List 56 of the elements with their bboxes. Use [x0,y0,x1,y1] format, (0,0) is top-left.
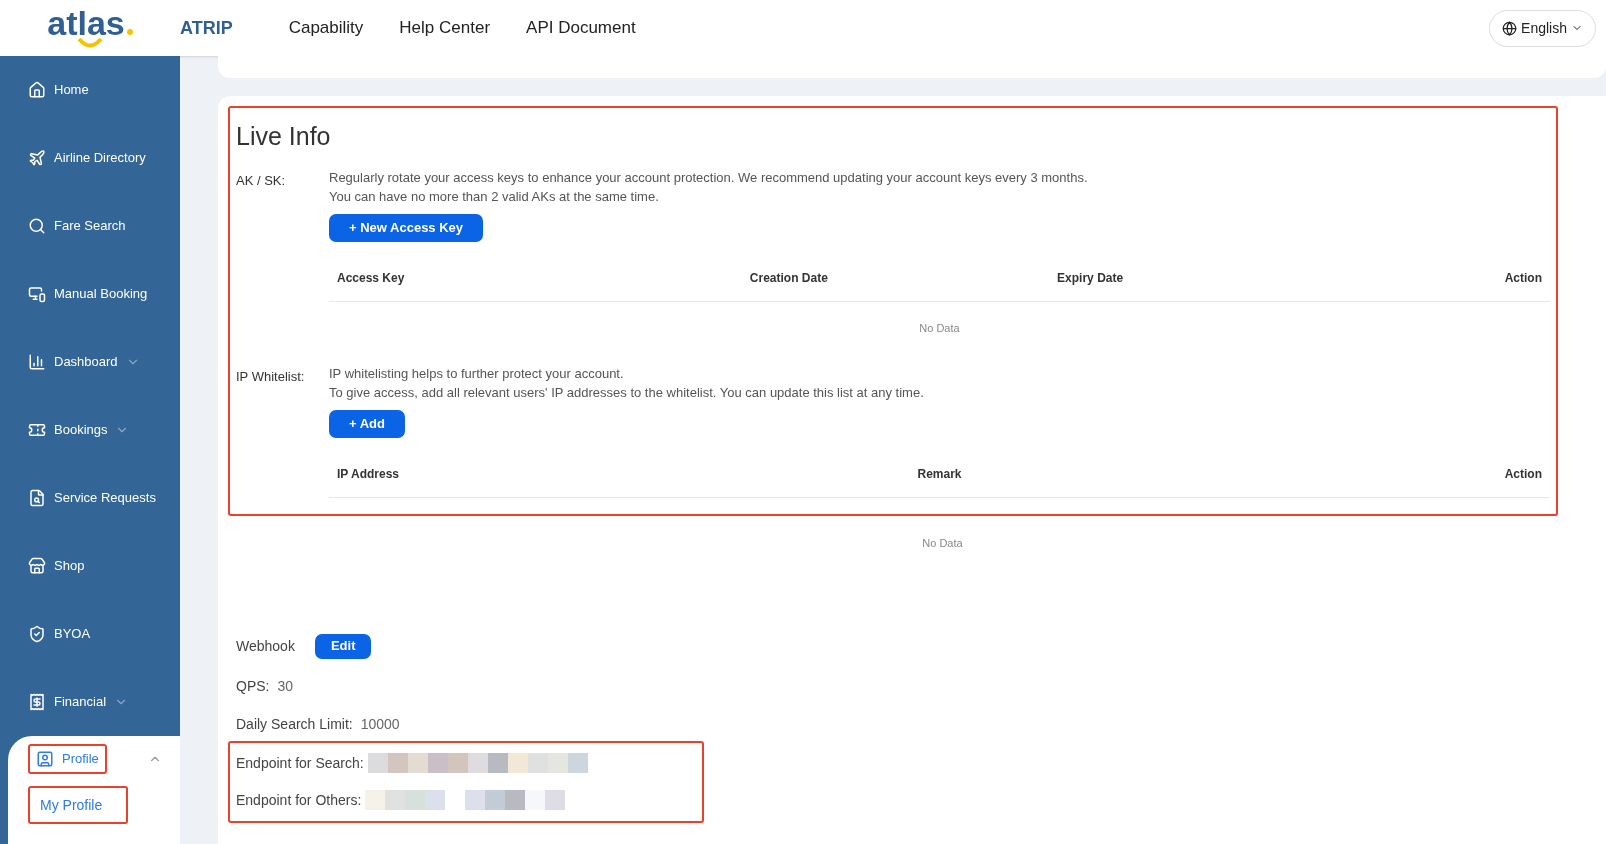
sidebar-item[interactable]: Financial [20,687,115,717]
description-text: IP whitelisting helps to further protect your account. [329,364,625,383]
add-button[interactable]: + Add [329,409,405,438]
field-label: Endpoint for Search: [236,753,364,773]
new-access-key-button[interactable]: + New Access Key [329,213,484,242]
field-label: QPS: [236,676,270,696]
globe-icon [1502,20,1518,36]
sidebar-item[interactable]: Service Requests [20,483,164,513]
nav-link[interactable]: Capability [288,15,364,41]
nav-link[interactable]: API Document [526,15,636,41]
field-label: Endpoint for Others: [236,790,362,810]
column-header: Action [1504,271,1542,285]
column-header: Action [1504,467,1542,481]
description-text: You can have no more than 2 valid AKs at the same time. [329,187,660,206]
menu-icon [36,750,54,768]
column-header: Creation Date [749,271,828,285]
sidebar-item[interactable]: Home [20,75,97,105]
menu-icon [28,353,46,371]
menu-icon [28,149,46,167]
smile-icon [77,38,103,48]
sidebar-item[interactable]: Manual Booking [20,279,156,309]
column-header: Access Key [337,271,405,285]
section-label: AK / SK: [236,172,286,188]
section-label: IP Whitelist: [236,368,305,384]
column-header: IP Address [337,467,400,481]
menu-icon [28,217,46,235]
column-header: Remark [917,467,962,481]
nav-link[interactable]: Help Center [399,15,491,41]
field-value: 10000 [360,714,400,734]
empty-message: No Data [922,536,963,552]
sidebar-item[interactable]: Airline Directory [20,143,154,173]
menu-icon [28,285,46,303]
description-text: To give access, add all relevant users' IP addresses to the whitelist. You can update this list at any time. [329,383,925,402]
sidebar-item[interactable]: BYOA [20,619,99,649]
brand-name: ATRIP [180,16,233,40]
field-label: Webhook [236,636,295,656]
menu-icon [28,557,46,575]
column-header: Expiry Date [1057,271,1124,285]
field-label: Daily Search Limit: [236,714,353,734]
logo[interactable]: atlas [47,8,133,48]
menu-icon [28,421,46,439]
sidebar-item[interactable]: Profile [28,744,107,774]
menu-icon [28,625,46,643]
sidebar-item[interactable]: Dashboard [20,347,126,377]
menu-icon [28,489,46,507]
section-title: Live Info [236,121,332,152]
empty-message: No Data [919,321,960,337]
menu-icon [28,693,46,711]
menu-icon [28,81,46,99]
edit-button[interactable]: Edit [314,633,372,659]
description-text: Regularly rotate your access keys to enhance your account protection. We recommend updating your account keys every 3 months. [329,168,1089,187]
sidebar-item[interactable]: Fare Search [20,211,134,241]
sidebar-item[interactable]: Bookings [20,415,116,445]
submenu-item[interactable]: My Profile [28,786,128,824]
field-value: 30 [277,676,294,696]
sidebar-item[interactable]: Shop [20,551,93,581]
